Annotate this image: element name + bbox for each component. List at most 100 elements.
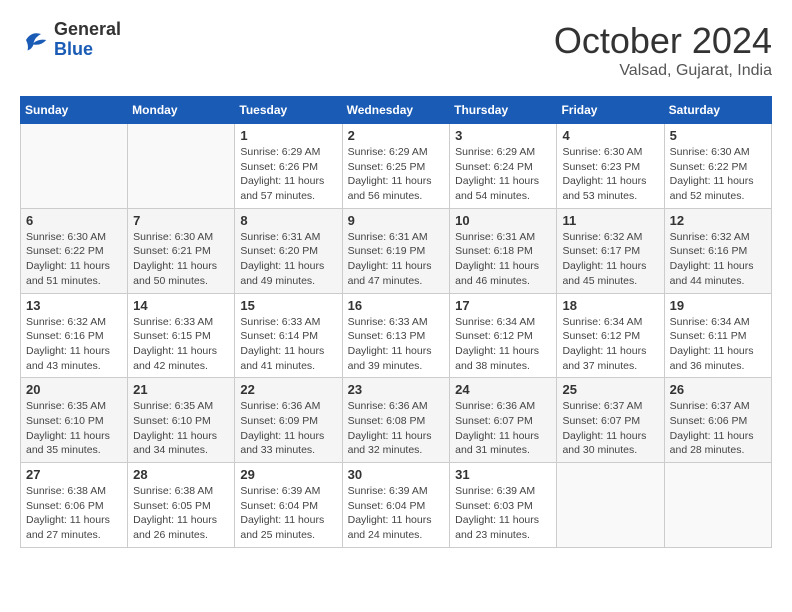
calendar-cell: 24 Sunrise: 6:36 AM Sunset: 6:07 PM Dayli… [450, 378, 557, 463]
location: Valsad, Gujarat, India [554, 62, 772, 80]
day-info: Sunrise: 6:33 AM Sunset: 6:14 PM Dayligh… [240, 315, 336, 374]
day-info: Sunrise: 6:35 AM Sunset: 6:10 PM Dayligh… [26, 399, 122, 458]
day-number: 1 [240, 128, 336, 143]
day-header-sunday: Sunday [21, 97, 128, 124]
day-header-saturday: Saturday [664, 97, 771, 124]
day-number: 7 [133, 213, 229, 228]
day-info: Sunrise: 6:32 AM Sunset: 6:16 PM Dayligh… [670, 230, 766, 289]
day-number: 12 [670, 213, 766, 228]
day-info: Sunrise: 6:36 AM Sunset: 6:08 PM Dayligh… [348, 399, 445, 458]
calendar-cell: 1 Sunrise: 6:29 AM Sunset: 6:26 PM Daylig… [235, 124, 342, 209]
calendar-cell: 8Sunrise: 6:31 AM Sunset: 6:20 PM Daylig… [235, 208, 342, 293]
calendar-cell: 30Sunrise: 6:39 AM Sunset: 6:04 PM Dayli… [342, 463, 450, 548]
day-info: Sunrise: 6:37 AM Sunset: 6:06 PM Dayligh… [670, 399, 766, 458]
day-info: Sunrise: 6:36 AM Sunset: 6:09 PM Dayligh… [240, 399, 336, 458]
day-number: 28 [133, 467, 229, 482]
day-number: 4 [562, 128, 658, 143]
calendar-cell [21, 124, 128, 209]
day-number: 3 [455, 128, 551, 143]
calendar-cell: 3 Sunrise: 6:29 AM Sunset: 6:24 PM Daylig… [450, 124, 557, 209]
day-number: 14 [133, 298, 229, 313]
header-row: SundayMondayTuesdayWednesdayThursdayFrid… [21, 97, 772, 124]
day-number: 16 [348, 298, 445, 313]
calendar-cell: 19Sunrise: 6:34 AM Sunset: 6:11 PM Dayli… [664, 293, 771, 378]
day-number: 18 [562, 298, 658, 313]
day-info: Sunrise: 6:30 AM Sunset: 6:22 PM Dayligh… [26, 230, 122, 289]
calendar-cell: 18 Sunrise: 6:34 AM Sunset: 6:12 PM Dayli… [557, 293, 664, 378]
calendar-cell: 4 Sunrise: 6:30 AM Sunset: 6:23 PM Daylig… [557, 124, 664, 209]
day-number: 13 [26, 298, 122, 313]
day-info: Sunrise: 6:30 AM Sunset: 6:21 PM Dayligh… [133, 230, 229, 289]
calendar-cell: 12 Sunrise: 6:32 AM Sunset: 6:16 PM Dayli… [664, 208, 771, 293]
day-info: Sunrise: 6:37 AM Sunset: 6:07 PM Dayligh… [562, 399, 658, 458]
week-row-5: 27 Sunrise: 6:38 AM Sunset: 6:06 PM Dayli… [21, 463, 772, 548]
day-info: Sunrise: 6:39 AM Sunset: 6:04 PM Dayligh… [348, 484, 445, 543]
day-info: Sunrise: 6:33 AM Sunset: 6:15 PM Dayligh… [133, 315, 229, 374]
day-number: 26 [670, 382, 766, 397]
day-info: Sunrise: 6:34 AM Sunset: 6:12 PM Dayligh… [455, 315, 551, 374]
day-number: 15 [240, 298, 336, 313]
day-info: Sunrise: 6:33 AM Sunset: 6:13 PM Dayligh… [348, 315, 445, 374]
day-number: 22 [240, 382, 336, 397]
day-info: Sunrise: 6:29 AM Sunset: 6:24 PM Dayligh… [455, 145, 551, 204]
day-number: 11 [562, 213, 658, 228]
logo-text: General Blue [54, 20, 121, 60]
day-number: 27 [26, 467, 122, 482]
calendar-cell [557, 463, 664, 548]
calendar-cell: 21Sunrise: 6:35 AM Sunset: 6:10 PM Dayli… [128, 378, 235, 463]
calendar-cell: 26 Sunrise: 6:37 AM Sunset: 6:06 PM Dayli… [664, 378, 771, 463]
day-number: 20 [26, 382, 122, 397]
calendar-table: SundayMondayTuesdayWednesdayThursdayFrid… [20, 96, 772, 548]
day-info: Sunrise: 6:38 AM Sunset: 6:06 PM Dayligh… [26, 484, 122, 543]
day-header-wednesday: Wednesday [342, 97, 450, 124]
day-info: Sunrise: 6:32 AM Sunset: 6:17 PM Dayligh… [562, 230, 658, 289]
calendar-cell: 27 Sunrise: 6:38 AM Sunset: 6:06 PM Dayli… [21, 463, 128, 548]
calendar-cell: 10 Sunrise: 6:31 AM Sunset: 6:18 PM Dayli… [450, 208, 557, 293]
day-header-friday: Friday [557, 97, 664, 124]
calendar-cell: 29 Sunrise: 6:39 AM Sunset: 6:04 PM Dayli… [235, 463, 342, 548]
page-header: General Blue October 2024 Valsad, Gujara… [20, 20, 772, 80]
calendar-cell: 14 Sunrise: 6:33 AM Sunset: 6:15 PM Dayli… [128, 293, 235, 378]
day-info: Sunrise: 6:35 AM Sunset: 6:10 PM Dayligh… [133, 399, 229, 458]
calendar-cell: 13 Sunrise: 6:32 AM Sunset: 6:16 PM Dayli… [21, 293, 128, 378]
calendar-cell: 28Sunrise: 6:38 AM Sunset: 6:05 PM Dayli… [128, 463, 235, 548]
day-header-thursday: Thursday [450, 97, 557, 124]
day-info: Sunrise: 6:32 AM Sunset: 6:16 PM Dayligh… [26, 315, 122, 374]
week-row-1: 1 Sunrise: 6:29 AM Sunset: 6:26 PM Daylig… [21, 124, 772, 209]
week-row-2: 6 Sunrise: 6:30 AM Sunset: 6:22 PM Daylig… [21, 208, 772, 293]
day-info: Sunrise: 6:30 AM Sunset: 6:23 PM Dayligh… [562, 145, 658, 204]
logo-bird-icon [20, 25, 50, 55]
calendar-cell: 2 Sunrise: 6:29 AM Sunset: 6:25 PM Daylig… [342, 124, 450, 209]
calendar-cell: 5Sunrise: 6:30 AM Sunset: 6:22 PM Daylig… [664, 124, 771, 209]
day-number: 24 [455, 382, 551, 397]
calendar-cell: 11 Sunrise: 6:32 AM Sunset: 6:17 PM Dayli… [557, 208, 664, 293]
day-info: Sunrise: 6:29 AM Sunset: 6:25 PM Dayligh… [348, 145, 445, 204]
day-header-monday: Monday [128, 97, 235, 124]
day-info: Sunrise: 6:31 AM Sunset: 6:18 PM Dayligh… [455, 230, 551, 289]
calendar-cell: 9 Sunrise: 6:31 AM Sunset: 6:19 PM Daylig… [342, 208, 450, 293]
day-header-tuesday: Tuesday [235, 97, 342, 124]
day-number: 23 [348, 382, 445, 397]
day-info: Sunrise: 6:36 AM Sunset: 6:07 PM Dayligh… [455, 399, 551, 458]
day-number: 9 [348, 213, 445, 228]
calendar-cell: 17 Sunrise: 6:34 AM Sunset: 6:12 PM Dayli… [450, 293, 557, 378]
day-info: Sunrise: 6:39 AM Sunset: 6:03 PM Dayligh… [455, 484, 551, 543]
day-number: 29 [240, 467, 336, 482]
day-info: Sunrise: 6:39 AM Sunset: 6:04 PM Dayligh… [240, 484, 336, 543]
calendar-cell: 20 Sunrise: 6:35 AM Sunset: 6:10 PM Dayli… [21, 378, 128, 463]
day-number: 2 [348, 128, 445, 143]
week-row-4: 20 Sunrise: 6:35 AM Sunset: 6:10 PM Dayli… [21, 378, 772, 463]
day-info: Sunrise: 6:31 AM Sunset: 6:19 PM Dayligh… [348, 230, 445, 289]
day-number: 10 [455, 213, 551, 228]
calendar-cell: 31 Sunrise: 6:39 AM Sunset: 6:03 PM Dayli… [450, 463, 557, 548]
calendar-cell: 7 Sunrise: 6:30 AM Sunset: 6:21 PM Daylig… [128, 208, 235, 293]
day-info: Sunrise: 6:29 AM Sunset: 6:26 PM Dayligh… [240, 145, 336, 204]
day-number: 6 [26, 213, 122, 228]
title-block: October 2024 Valsad, Gujarat, India [554, 20, 772, 80]
calendar-cell [128, 124, 235, 209]
day-info: Sunrise: 6:34 AM Sunset: 6:12 PM Dayligh… [562, 315, 658, 374]
day-number: 8 [240, 213, 336, 228]
day-number: 31 [455, 467, 551, 482]
month-title: October 2024 [554, 20, 772, 62]
day-number: 17 [455, 298, 551, 313]
